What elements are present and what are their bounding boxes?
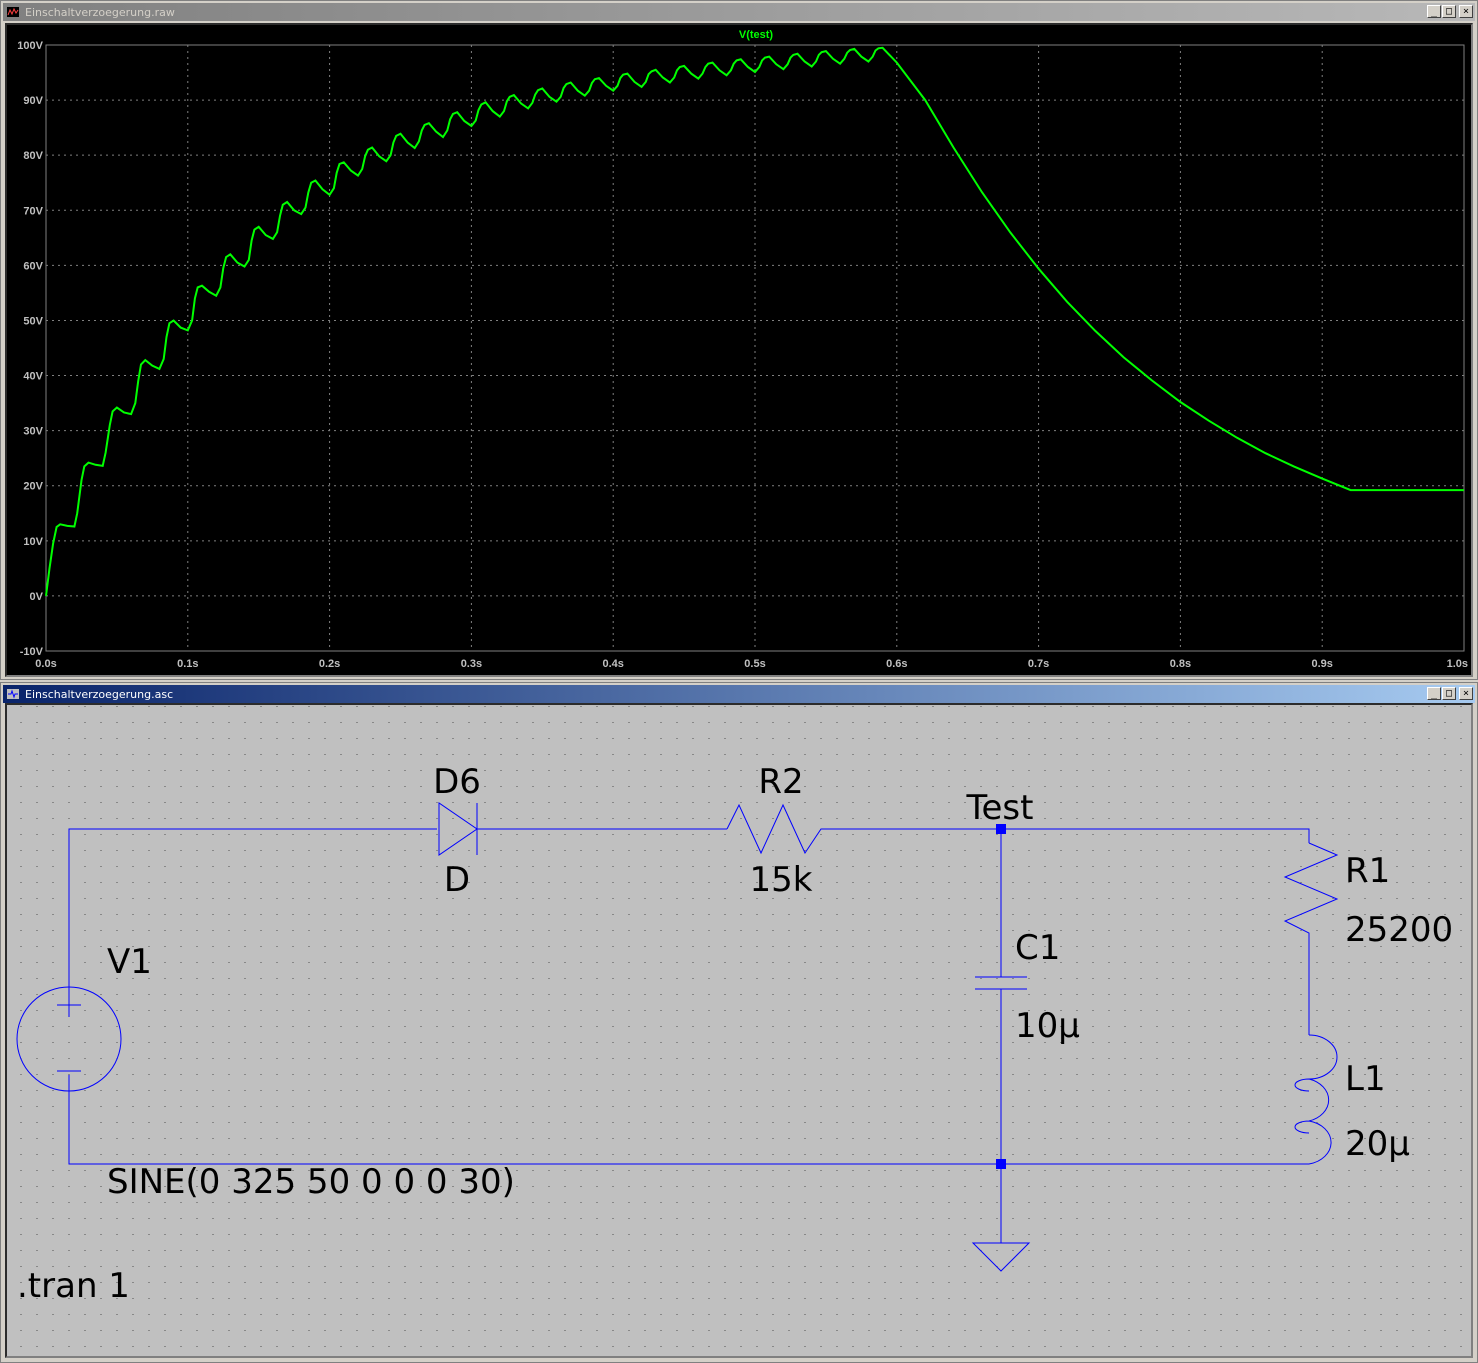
voltage-source-v1-name[interactable]: V1 [107, 942, 152, 982]
schematic-window[interactable]: Einschaltverzoegerung.asc _ □ × D6 D R2 … [0, 682, 1478, 1363]
minimize-button[interactable]: _ [1427, 687, 1441, 700]
y-tick-label: 20V [23, 481, 43, 493]
schematic-dot-grid [7, 705, 1473, 1356]
resistor-r2-name[interactable]: R2 [758, 762, 803, 802]
junction-ground[interactable] [996, 1159, 1006, 1169]
y-tick-label: 80V [23, 150, 43, 162]
maximize-button[interactable]: □ [1442, 5, 1456, 18]
inductor-l1-name[interactable]: L1 [1345, 1059, 1386, 1099]
x-tick-label: 0.1s [177, 658, 198, 670]
y-tick-label: -10V [20, 646, 44, 658]
waveform-window-title: Einschaltverzoegerung.raw [25, 5, 175, 19]
waveform-app-icon [7, 7, 19, 17]
y-tick-label: 60V [23, 260, 43, 272]
waveform-window-titlebar[interactable]: Einschaltverzoegerung.raw _ □ × [3, 3, 1475, 21]
minimize-button[interactable]: _ [1427, 5, 1441, 18]
schematic-window-titlebar[interactable]: Einschaltverzoegerung.asc _ □ × [3, 685, 1475, 703]
close-button[interactable]: × [1459, 5, 1473, 18]
y-tick-label: 10V [23, 536, 43, 548]
diode-d6-value[interactable]: D [444, 860, 470, 900]
diode-d6-name[interactable]: D6 [433, 762, 481, 802]
plot-grid [45, 44, 1465, 652]
maximize-button[interactable]: □ [1442, 687, 1456, 700]
trace-label-vtest[interactable]: V(test) [739, 29, 774, 41]
capacitor-c1-name[interactable]: C1 [1015, 928, 1060, 968]
schematic-drawing[interactable]: D6 D R2 15k Test R1 25200 C1 10µ L1 20µ … [7, 705, 1473, 1356]
spice-directive-tran[interactable]: .tran 1 [17, 1266, 130, 1306]
resistor-r1-value[interactable]: 25200 [1345, 910, 1453, 950]
x-tick-label: 0.0s [35, 658, 56, 670]
waveform-chart[interactable]: 100V 90V 80V 70V 60V 50V 40V 30V 20V 10V 0V -10V 0.… [7, 25, 1473, 675]
net-label-test[interactable]: Test [966, 788, 1034, 828]
y-tick-label: 30V [23, 426, 43, 438]
x-tick-label: 1.0s [1447, 658, 1468, 670]
close-button[interactable]: × [1459, 687, 1473, 700]
x-tick-label: 0.3s [461, 658, 482, 670]
y-tick-label: 50V [23, 315, 43, 327]
waveform-plot-area[interactable]: 100V 90V 80V 70V 60V 50V 40V 30V 20V 10V 0V -10V 0.… [5, 23, 1473, 677]
x-tick-label: 0.4s [602, 658, 623, 670]
schematic-app-icon [7, 689, 19, 699]
capacitor-c1-value[interactable]: 10µ [1015, 1006, 1080, 1046]
x-tick-label: 0.8s [1170, 658, 1191, 670]
y-tick-label: 100V [17, 40, 43, 52]
y-tick-label: 70V [23, 205, 43, 217]
x-tick-label: 0.6s [886, 658, 907, 670]
schematic-canvas[interactable]: D6 D R2 15k Test R1 25200 C1 10µ L1 20µ … [5, 703, 1473, 1358]
x-tick-label: 0.2s [319, 658, 340, 670]
y-tick-label: 0V [30, 591, 44, 603]
voltage-source-v1-value[interactable]: SINE(0 325 50 0 0 0 30) [107, 1162, 515, 1202]
schematic-window-title: Einschaltverzoegerung.asc [25, 687, 174, 701]
x-tick-label: 0.7s [1028, 658, 1049, 670]
x-tick-label: 0.5s [744, 658, 765, 670]
inductor-l1-value[interactable]: 20µ [1345, 1124, 1410, 1164]
resistor-r2-value[interactable]: 15k [750, 860, 813, 900]
x-tick-label: 0.9s [1311, 658, 1332, 670]
y-tick-label: 40V [23, 371, 43, 383]
y-axis-ticks: 100V 90V 80V 70V 60V 50V 40V 30V 20V 10V 0V -10V [17, 40, 43, 658]
y-tick-label: 90V [23, 95, 43, 107]
resistor-r1-name[interactable]: R1 [1345, 851, 1390, 891]
x-axis-ticks: 0.0s 0.1s 0.2s 0.3s 0.4s 0.5s 0.6s 0.7s 0.8s 0.9s… [35, 658, 1468, 670]
waveform-window[interactable]: Einschaltverzoegerung.raw _ □ × 100V 90V 8… [0, 0, 1478, 680]
